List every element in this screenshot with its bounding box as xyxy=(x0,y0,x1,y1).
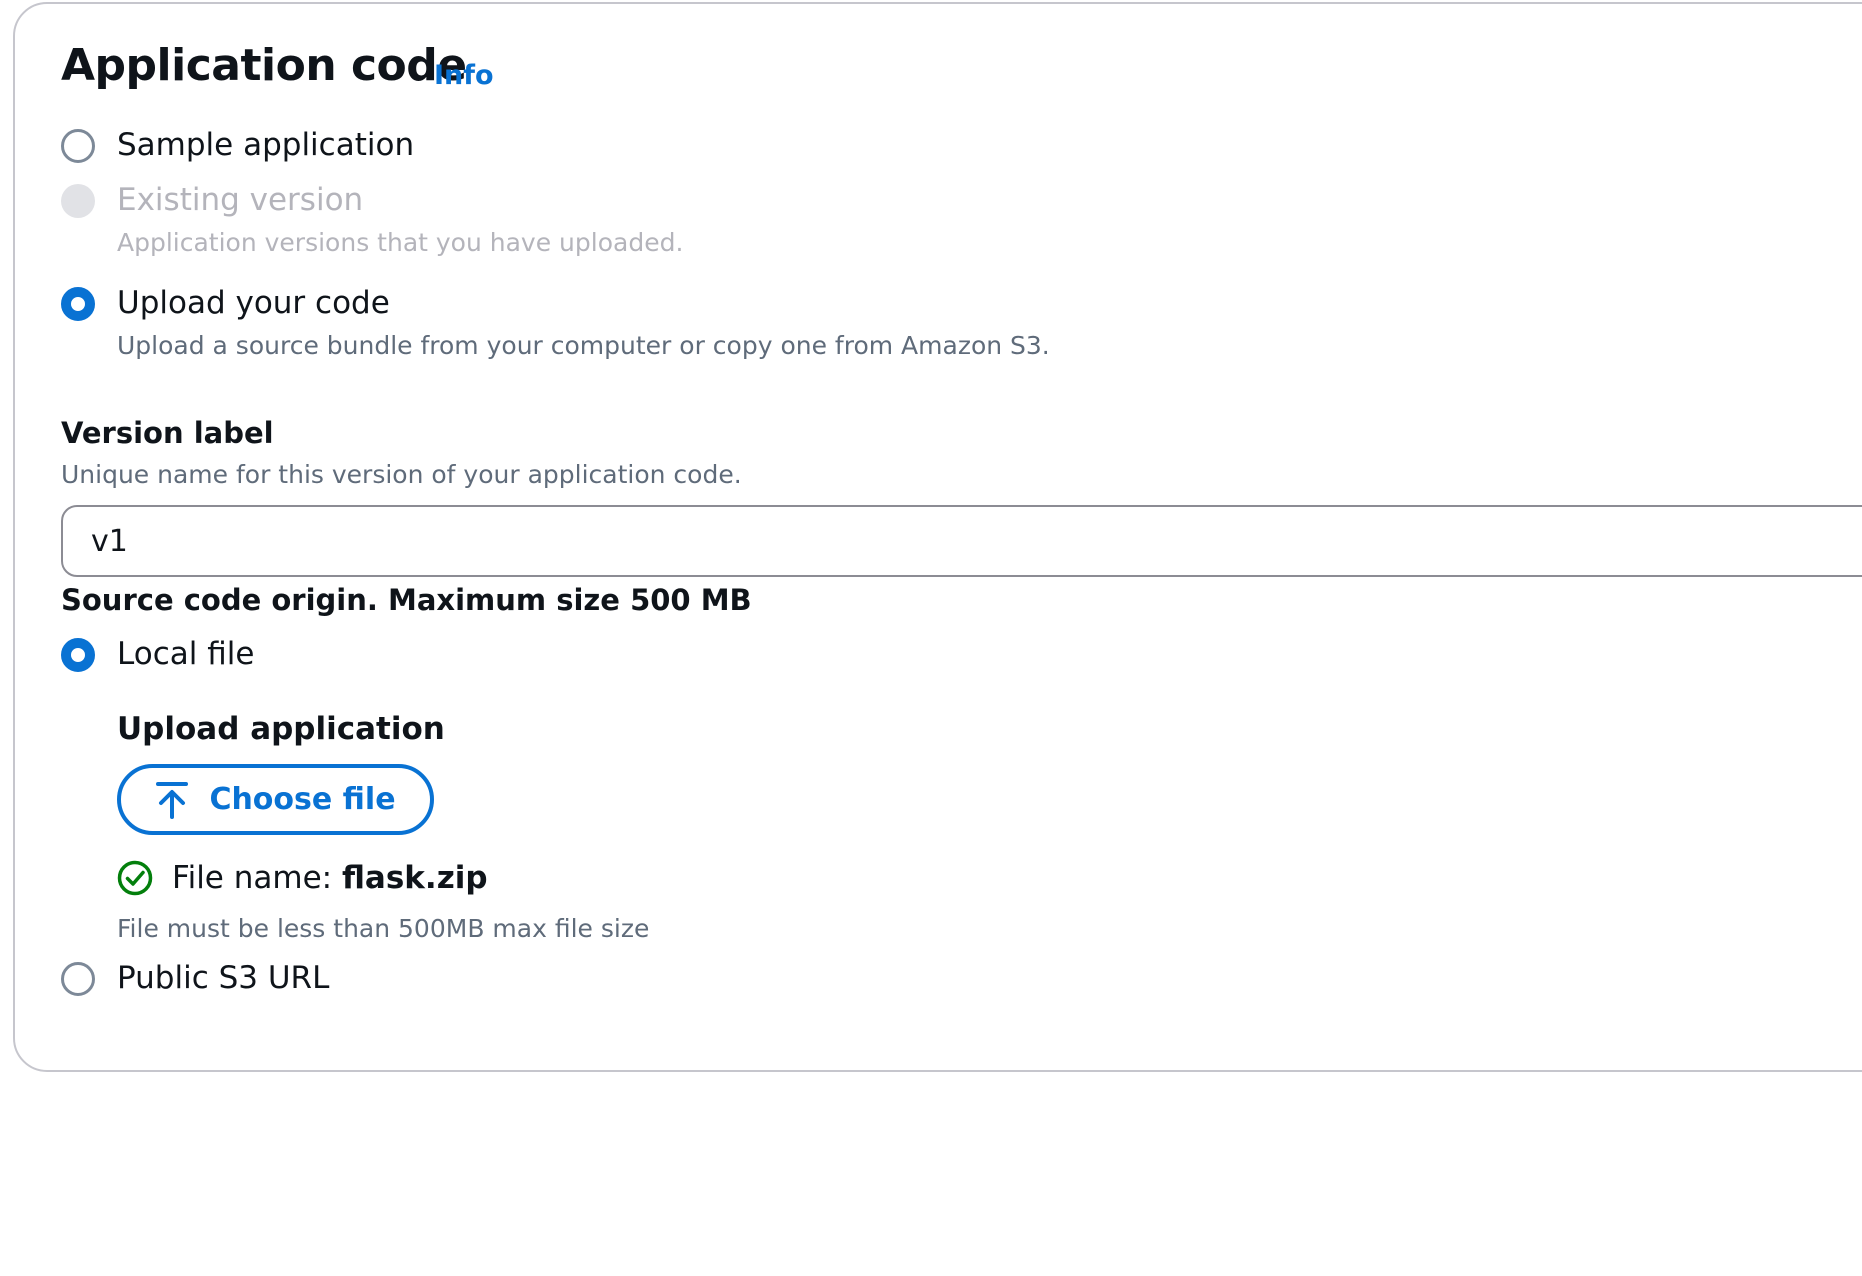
radio-label-sample-application[interactable]: Sample application xyxy=(117,127,414,163)
file-name-prefix: File name: xyxy=(172,860,342,896)
radio-local-file[interactable] xyxy=(61,638,95,672)
radio-label-local-file[interactable]: Local file xyxy=(117,636,254,672)
radio-label-upload-your-code[interactable]: Upload your code xyxy=(117,285,390,321)
success-check-icon xyxy=(117,860,153,896)
radio-label-existing-version: Existing version xyxy=(117,182,364,218)
version-label-input[interactable] xyxy=(61,505,1862,577)
section-title: Application code xyxy=(61,40,467,91)
radio-public-s3-url[interactable] xyxy=(61,962,95,996)
file-size-constraint: File must be less than 500MB max file si… xyxy=(117,914,650,943)
choose-file-button[interactable]: Choose file xyxy=(117,764,434,835)
upload-application-label: Upload application xyxy=(117,711,445,747)
radio-label-public-s3-url[interactable]: Public S3 URL xyxy=(117,960,329,996)
radio-upload-your-code[interactable] xyxy=(61,287,95,321)
version-label-title: Version label xyxy=(61,416,274,450)
file-name-value: flask.zip xyxy=(341,860,488,896)
radio-existing-version xyxy=(61,184,95,218)
version-label-description: Unique name for this version of your app… xyxy=(61,460,742,489)
radio-sample-application[interactable] xyxy=(61,129,95,163)
file-name-row: File name: flask.zip xyxy=(172,860,488,896)
info-link[interactable]: Info xyxy=(434,60,494,91)
choose-file-label: Choose file xyxy=(209,782,396,817)
upload-icon xyxy=(156,781,189,819)
source-origin-label: Source code origin. Maximum size 500 MB xyxy=(61,583,752,617)
radio-desc-upload-your-code: Upload a source bundle from your compute… xyxy=(117,331,1050,360)
radio-desc-existing-version: Application versions that you have uploa… xyxy=(117,228,684,257)
